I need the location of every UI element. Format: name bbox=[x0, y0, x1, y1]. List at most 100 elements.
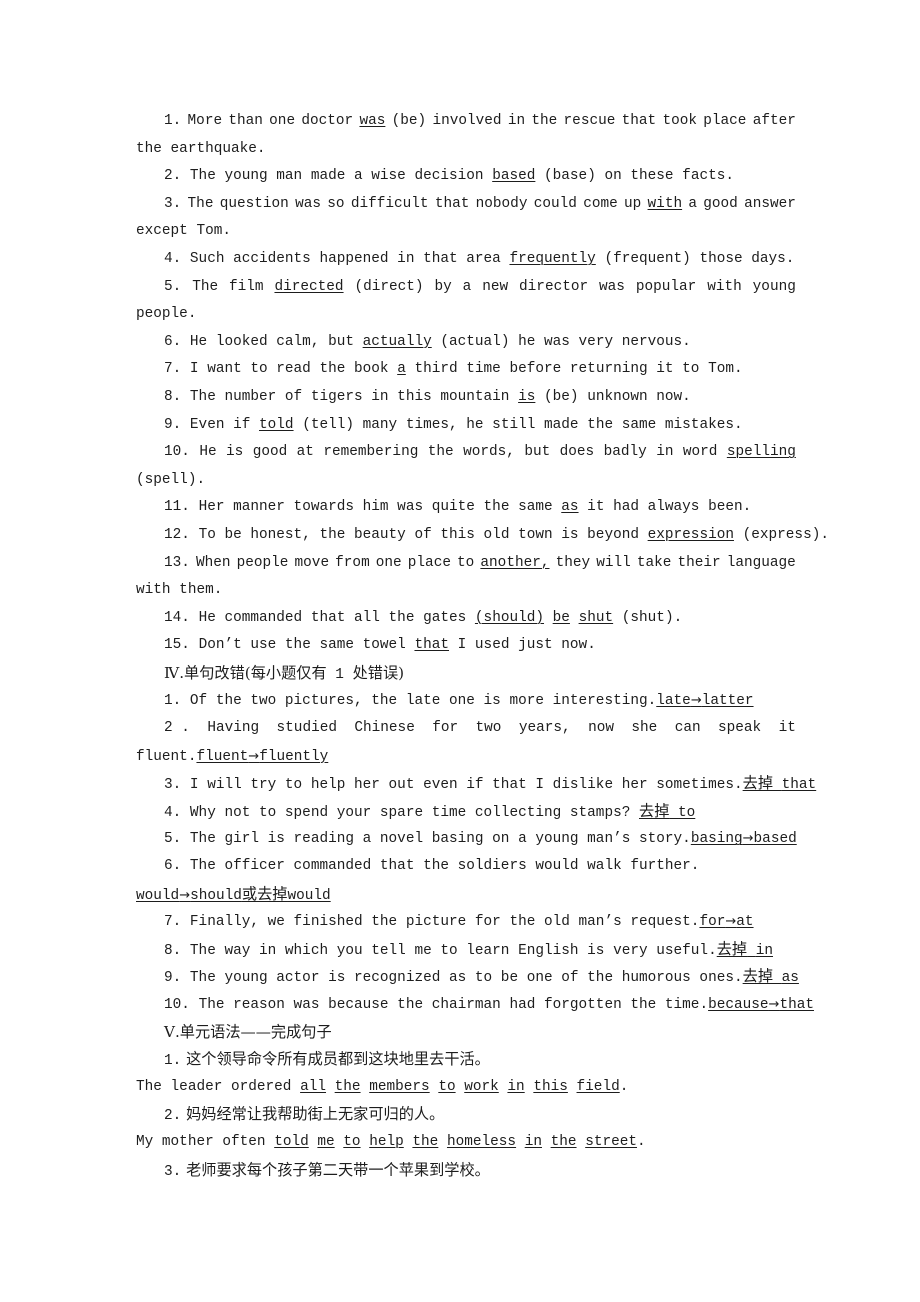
answer-blank: another, bbox=[480, 554, 550, 571]
word: studied bbox=[276, 720, 337, 737]
correction-alt: would bbox=[287, 887, 331, 904]
answer-blank: a bbox=[397, 361, 406, 378]
word: film bbox=[229, 278, 264, 295]
exercise-line: 5. The girl is reading a novel basing on… bbox=[136, 825, 797, 853]
sentence-text: He commanded that all the gates bbox=[198, 609, 475, 626]
answer-word: the bbox=[412, 1133, 439, 1150]
item-number: 1. bbox=[164, 1053, 182, 1070]
sentence-text: He looked calm, but bbox=[189, 333, 363, 350]
correction-cn: 去掉 bbox=[742, 967, 773, 986]
exercise-line: 9. Even if told (tell) many times, he st… bbox=[136, 412, 796, 440]
exercise-line: 4. Such accidents happened in that area … bbox=[136, 246, 796, 274]
word: take bbox=[636, 554, 672, 571]
exercise-line: 9. The young actor is recognized as to b… bbox=[136, 963, 799, 991]
item-number: 8. bbox=[164, 942, 182, 959]
word: good bbox=[703, 195, 738, 212]
word: difficult bbox=[350, 195, 429, 212]
exercise-line: 15. Don’t use the same towel that I used… bbox=[136, 632, 796, 660]
sentence-text: I want to read the book bbox=[189, 361, 398, 378]
word: after bbox=[752, 113, 796, 129]
word: place bbox=[703, 113, 747, 129]
sentence-text: Her manner towards him was quite the sam… bbox=[198, 499, 562, 516]
arrow-icon: → bbox=[179, 887, 191, 903]
exercise-line-continuation: (spell). bbox=[136, 471, 206, 488]
word: young bbox=[752, 278, 796, 295]
answer-word: members bbox=[369, 1078, 430, 1095]
item-number: 11. bbox=[164, 499, 190, 516]
word: place bbox=[407, 554, 451, 571]
word: popular bbox=[635, 278, 697, 295]
word: from bbox=[335, 554, 370, 571]
chinese-sentence: 老师要求每个孩子第二天带一个苹果到学校。 bbox=[186, 1160, 490, 1179]
word: The bbox=[192, 278, 219, 295]
exercise-line: 5. The film directed (direct) by a new d… bbox=[136, 274, 796, 302]
exercise-line: 2 . Having studied Chinese for two years… bbox=[136, 715, 796, 743]
exercise-line: 1. Of the two pictures, the late one is … bbox=[136, 687, 796, 715]
word: speak bbox=[718, 720, 762, 737]
arrow-icon: → bbox=[248, 748, 260, 764]
exercise-line: 11. Her manner towards him was quite the… bbox=[136, 494, 796, 522]
word: new bbox=[482, 278, 509, 295]
correction: 去掉 in bbox=[716, 939, 774, 959]
exercise-line: 3. The question was so difficult that no… bbox=[136, 191, 796, 219]
correction-from: late bbox=[656, 693, 691, 710]
answer-blank: that bbox=[414, 637, 450, 654]
correction-cn: 去掉 bbox=[716, 939, 748, 958]
answer-word: homeless bbox=[446, 1133, 517, 1150]
correction: would→should或去掉would bbox=[136, 884, 331, 904]
correction-from: for bbox=[699, 914, 726, 931]
arrow-icon: → bbox=[768, 997, 780, 1012]
correction-cn: 或去掉 bbox=[241, 884, 288, 903]
word: they bbox=[555, 554, 591, 571]
sentence-text-tail: (express). bbox=[733, 526, 829, 543]
sentence-text: The number of tigers in this mountain bbox=[189, 388, 519, 405]
exercise-line: 14. He commanded that all the gates (sho… bbox=[136, 605, 796, 633]
item-number: 3. bbox=[164, 1163, 182, 1180]
answer-word: the bbox=[334, 1078, 361, 1095]
arrow-icon: → bbox=[690, 693, 702, 709]
correction-to: fluently bbox=[259, 748, 329, 765]
answer-blank-part: be bbox=[552, 609, 570, 626]
item-number: 13. bbox=[164, 554, 190, 571]
word: a bbox=[688, 195, 697, 212]
exercise-line: 7. Finally, we finished the picture for … bbox=[136, 908, 796, 936]
section-heading-4: Ⅳ.单句改错(每小题仅有 1 处错误) bbox=[136, 660, 796, 688]
answer-word: in bbox=[524, 1133, 542, 1150]
word: so bbox=[327, 195, 345, 212]
sentence-tail: fluent. bbox=[136, 748, 197, 765]
item-number: 5. bbox=[164, 831, 182, 848]
word: to bbox=[457, 554, 475, 571]
item-number: 12. bbox=[164, 526, 190, 543]
answer-word: help bbox=[369, 1133, 404, 1150]
sentence-text-tail: (actual) he was very nervous. bbox=[431, 333, 691, 350]
word: a bbox=[462, 278, 472, 295]
exercise-line: 3. I will try to help her out even if th… bbox=[136, 770, 816, 798]
sentence-body: The officer commanded that the soldiers … bbox=[189, 858, 700, 875]
word: can bbox=[674, 720, 701, 737]
answer-blank-part: (should) bbox=[474, 609, 545, 626]
sentence-body: Why not to spend your spare time collect… bbox=[189, 804, 631, 821]
answer-word: to bbox=[438, 1078, 456, 1095]
item-number: 8. bbox=[164, 388, 182, 405]
item-number: 9. bbox=[164, 416, 182, 433]
answer-blank: spelling bbox=[726, 444, 796, 461]
exercise-line: 8. The way in which you tell me to learn… bbox=[136, 936, 796, 964]
exercise-line: 4. Why not to spend your spare time coll… bbox=[136, 798, 796, 826]
document-page: 1. More than one doctor was (be) involve… bbox=[0, 0, 920, 1302]
item-number: 10. bbox=[164, 997, 190, 1013]
exercise-line: 12. To be honest, the beauty of this old… bbox=[136, 522, 829, 550]
sentence-text-tail: I used just now. bbox=[449, 637, 596, 654]
word: in bbox=[656, 444, 674, 461]
answer-word: the bbox=[550, 1133, 577, 1150]
word: Having bbox=[207, 720, 260, 737]
word: good bbox=[252, 444, 288, 461]
correction-en: in bbox=[755, 942, 774, 959]
word: is bbox=[226, 444, 244, 461]
word: was bbox=[599, 278, 625, 295]
section-numeral: Ⅳ bbox=[164, 663, 180, 682]
word: move bbox=[294, 554, 330, 571]
correction-to: at bbox=[736, 914, 754, 931]
section-heading-text: .单句改错(每小题仅有 1 处错误) bbox=[179, 663, 405, 683]
word: More bbox=[187, 113, 223, 129]
word: Chinese bbox=[354, 720, 415, 737]
